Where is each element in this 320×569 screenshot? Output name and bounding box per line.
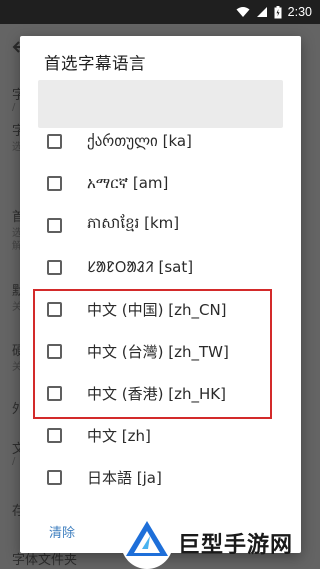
language-option[interactable]: ქართული [ka] [20,128,301,162]
checkbox[interactable] [47,175,62,191]
language-label: 日本語 [ja] [87,468,162,487]
language-label: 中文 [zh] [87,426,151,445]
checkbox[interactable] [47,133,62,149]
subtitle-language-dialog: 首选字幕语言 ქართული [ka] አማርኛ [am] ភាសាខ្មែរ … [20,36,301,553]
bg-item-fragment: / [12,102,16,113]
watermark: 巨型手游网 [120,516,320,569]
language-option[interactable]: አማርኛ [am] [20,162,301,204]
wifi-icon [236,7,250,17]
checkbox[interactable] [47,217,62,233]
language-label: ᱥᱟᱱᱛᱟᱲᱤ [sat] [87,258,194,276]
language-label: ქართული [ka] [87,132,192,150]
language-option[interactable]: 日本語 [ja] [20,456,301,498]
checkbox[interactable] [47,259,62,275]
language-option[interactable]: 中文 [zh] [20,414,301,456]
dialog-title: 首选字幕语言 [44,54,146,73]
signal-icon [256,7,267,17]
battery-charging-icon [274,5,282,18]
watermark-logo-icon [121,516,173,569]
annotation-highlight-box [33,289,272,419]
status-time: 2:30 [287,5,312,19]
language-option[interactable]: ភាសាខ្មែរ [km] [20,204,301,246]
language-label: ភាសាខ្មែរ [km] [87,214,180,232]
status-bar: 2:30 [0,0,320,24]
checkbox[interactable] [47,469,62,485]
status-icons: 2:30 [236,4,312,20]
language-label: አማርኛ [am] [87,174,169,192]
search-input[interactable] [38,80,283,128]
watermark-text: 巨型手游网 [178,532,294,558]
language-option[interactable]: ᱥᱟᱱᱛᱟᱲᱤ [sat] [20,246,301,288]
checkbox[interactable] [47,427,62,443]
clear-button[interactable]: 清除 [49,522,75,541]
bg-item-fragment: / [12,456,16,467]
